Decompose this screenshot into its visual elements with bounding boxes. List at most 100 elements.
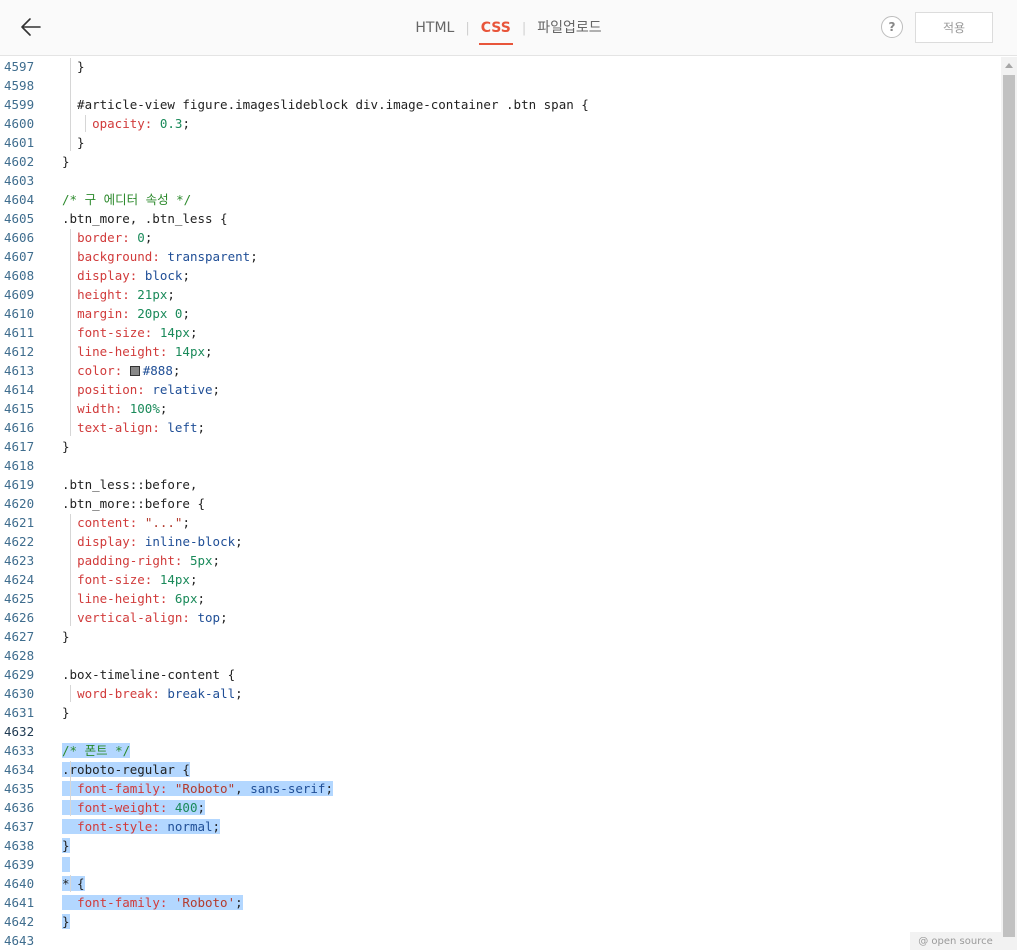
code-line[interactable]: 4631} (0, 703, 1001, 722)
code-line[interactable]: 4623 padding-right: 5px; (0, 551, 1001, 570)
code-line[interactable]: 4640 * { (0, 874, 1001, 893)
code-token: 0.3 (159, 116, 183, 131)
code-line[interactable]: 4602} (0, 152, 1001, 171)
code-line[interactable]: 4618 (0, 456, 1001, 475)
code-line[interactable]: 4633 /* 폰트 */ (0, 741, 1001, 760)
code-line[interactable]: 4628 (0, 646, 1001, 665)
code-line[interactable]: 4629 .box-timeline-content { (0, 665, 1001, 684)
scrollbar-thumb[interactable] (1003, 75, 1015, 937)
vertical-scrollbar[interactable] (1001, 57, 1017, 950)
code-line[interactable]: 4636 font-weight: 400; (0, 798, 1001, 817)
code-token: 14px (174, 344, 206, 359)
line-number: 4611 (4, 325, 35, 340)
code-line[interactable]: 4616 text-align: left; (0, 418, 1001, 437)
code-line[interactable]: 4612 line-height: 14px; (0, 342, 1001, 361)
code-token: #888 (142, 363, 173, 378)
code-text: content: "..."; (62, 513, 190, 532)
code-line[interactable]: 4619 .btn_less::before, (0, 475, 1001, 494)
code-line[interactable]: 4626 vertical-align: top; (0, 608, 1001, 627)
line-number: 4600 (4, 116, 35, 131)
code-line[interactable]: 4639 (0, 855, 1001, 874)
code-line[interactable]: 4638} (0, 836, 1001, 855)
code-line[interactable]: 4625 line-height: 6px; (0, 589, 1001, 608)
line-number: 4629 (4, 667, 35, 682)
code-line[interactable]: 4598 (0, 76, 1001, 95)
code-token: background: (77, 249, 160, 264)
line-number: 4622 (4, 534, 35, 549)
code-line[interactable]: 4634 .roboto-regular { (0, 760, 1001, 779)
code-line[interactable]: 4606 border: 0; (0, 228, 1001, 247)
code-token: font-family: (77, 781, 168, 796)
tab-html[interactable]: HTML (413, 18, 456, 38)
line-number: 4634 (4, 762, 35, 777)
line-number: 4616 (4, 420, 35, 435)
selection-highlight: font-family: "Roboto", sans-serif; (62, 781, 333, 796)
code-line[interactable]: 4599 #article-view figure.imageslidebloc… (0, 95, 1001, 114)
code-token: ; (197, 420, 206, 435)
code-line[interactable]: 4637 font-style: normal; (0, 817, 1001, 836)
code-line[interactable]: 4604 /* 구 에디터 속성 */ (0, 190, 1001, 209)
code-text (62, 855, 70, 874)
code-text: padding-right: 5px; (62, 551, 220, 570)
code-token: font-size: (77, 572, 153, 587)
code-line[interactable]: 4632 (0, 722, 1001, 741)
open-source-label[interactable]: @ open source (910, 932, 1001, 950)
tab-file-upload[interactable]: 파일업로드 (535, 18, 603, 38)
indent-guide (70, 229, 71, 436)
code-line[interactable]: 4643 (0, 931, 1001, 950)
code-token: 400 (174, 800, 198, 815)
code-line[interactable]: 4613 color: #888; (0, 361, 1001, 380)
selection-highlight: * { (62, 876, 85, 891)
selection-highlight: font-family: 'Roboto'; (62, 895, 243, 910)
code-token: 5px (189, 553, 213, 568)
code-text: position: relative; (62, 380, 220, 399)
code-line[interactable]: 4617} (0, 437, 1001, 456)
code-text: } (62, 57, 85, 76)
tab-css[interactable]: CSS (478, 18, 513, 45)
code-token: line-height: (77, 344, 168, 359)
code-line[interactable]: 4597 } (0, 57, 1001, 76)
code-token: ; (197, 800, 206, 815)
code-line[interactable]: 4627} (0, 627, 1001, 646)
code-line[interactable]: 4603 (0, 171, 1001, 190)
code-line[interactable]: 4607 background: transparent; (0, 247, 1001, 266)
code-line[interactable]: 4630 word-break: break-all; (0, 684, 1001, 703)
code-line[interactable]: 4620 .btn_more::before { (0, 494, 1001, 513)
code-token: content: (77, 515, 138, 530)
help-icon[interactable]: ? (881, 16, 903, 38)
tab-divider: | (465, 20, 470, 36)
scroll-up-arrow-icon[interactable] (1005, 63, 1013, 68)
code-token: block (144, 268, 183, 283)
code-token: .btn_more, .btn_less { (62, 211, 228, 226)
code-token: ; (235, 895, 243, 910)
code-line[interactable]: 4641 font-family: 'Roboto'; (0, 893, 1001, 912)
code-line[interactable]: 4642} (0, 912, 1001, 931)
code-line[interactable]: 4611 font-size: 14px; (0, 323, 1001, 342)
apply-button[interactable]: 적용 (915, 12, 993, 43)
code-token: .btn_more::before { (62, 496, 205, 511)
code-token: top (197, 610, 221, 625)
line-number: 4606 (4, 230, 35, 245)
code-token: font-size: (77, 325, 153, 340)
code-line[interactable]: 4624 font-size: 14px; (0, 570, 1001, 589)
code-token: ; (172, 363, 181, 378)
code-line[interactable]: 4600 opacity: 0.3; (0, 114, 1001, 133)
code-token: position: (77, 382, 145, 397)
code-line[interactable]: 4635 font-family: "Roboto", sans-serif; (0, 779, 1001, 798)
code-line[interactable]: 4610 margin: 20px 0; (0, 304, 1001, 323)
code-line[interactable]: 4621 content: "..."; (0, 513, 1001, 532)
code-line[interactable]: 4614 position: relative; (0, 380, 1001, 399)
code-line[interactable]: 4615 width: 100%; (0, 399, 1001, 418)
code-line[interactable]: 4605 .btn_more, .btn_less { (0, 209, 1001, 228)
code-editor[interactable]: 4597 } 4598 4599 #article-view figure.imag… (0, 57, 1001, 950)
code-token: margin: (77, 306, 130, 321)
code-text: font-family: 'Roboto'; (62, 893, 243, 912)
code-line[interactable]: 4609 height: 21px; (0, 285, 1001, 304)
code-line[interactable]: 4622 display: inline-block; (0, 532, 1001, 551)
code-token: ; (182, 515, 190, 530)
code-line[interactable]: 4601 } (0, 133, 1001, 152)
code-line[interactable]: 4608 display: block; (0, 266, 1001, 285)
